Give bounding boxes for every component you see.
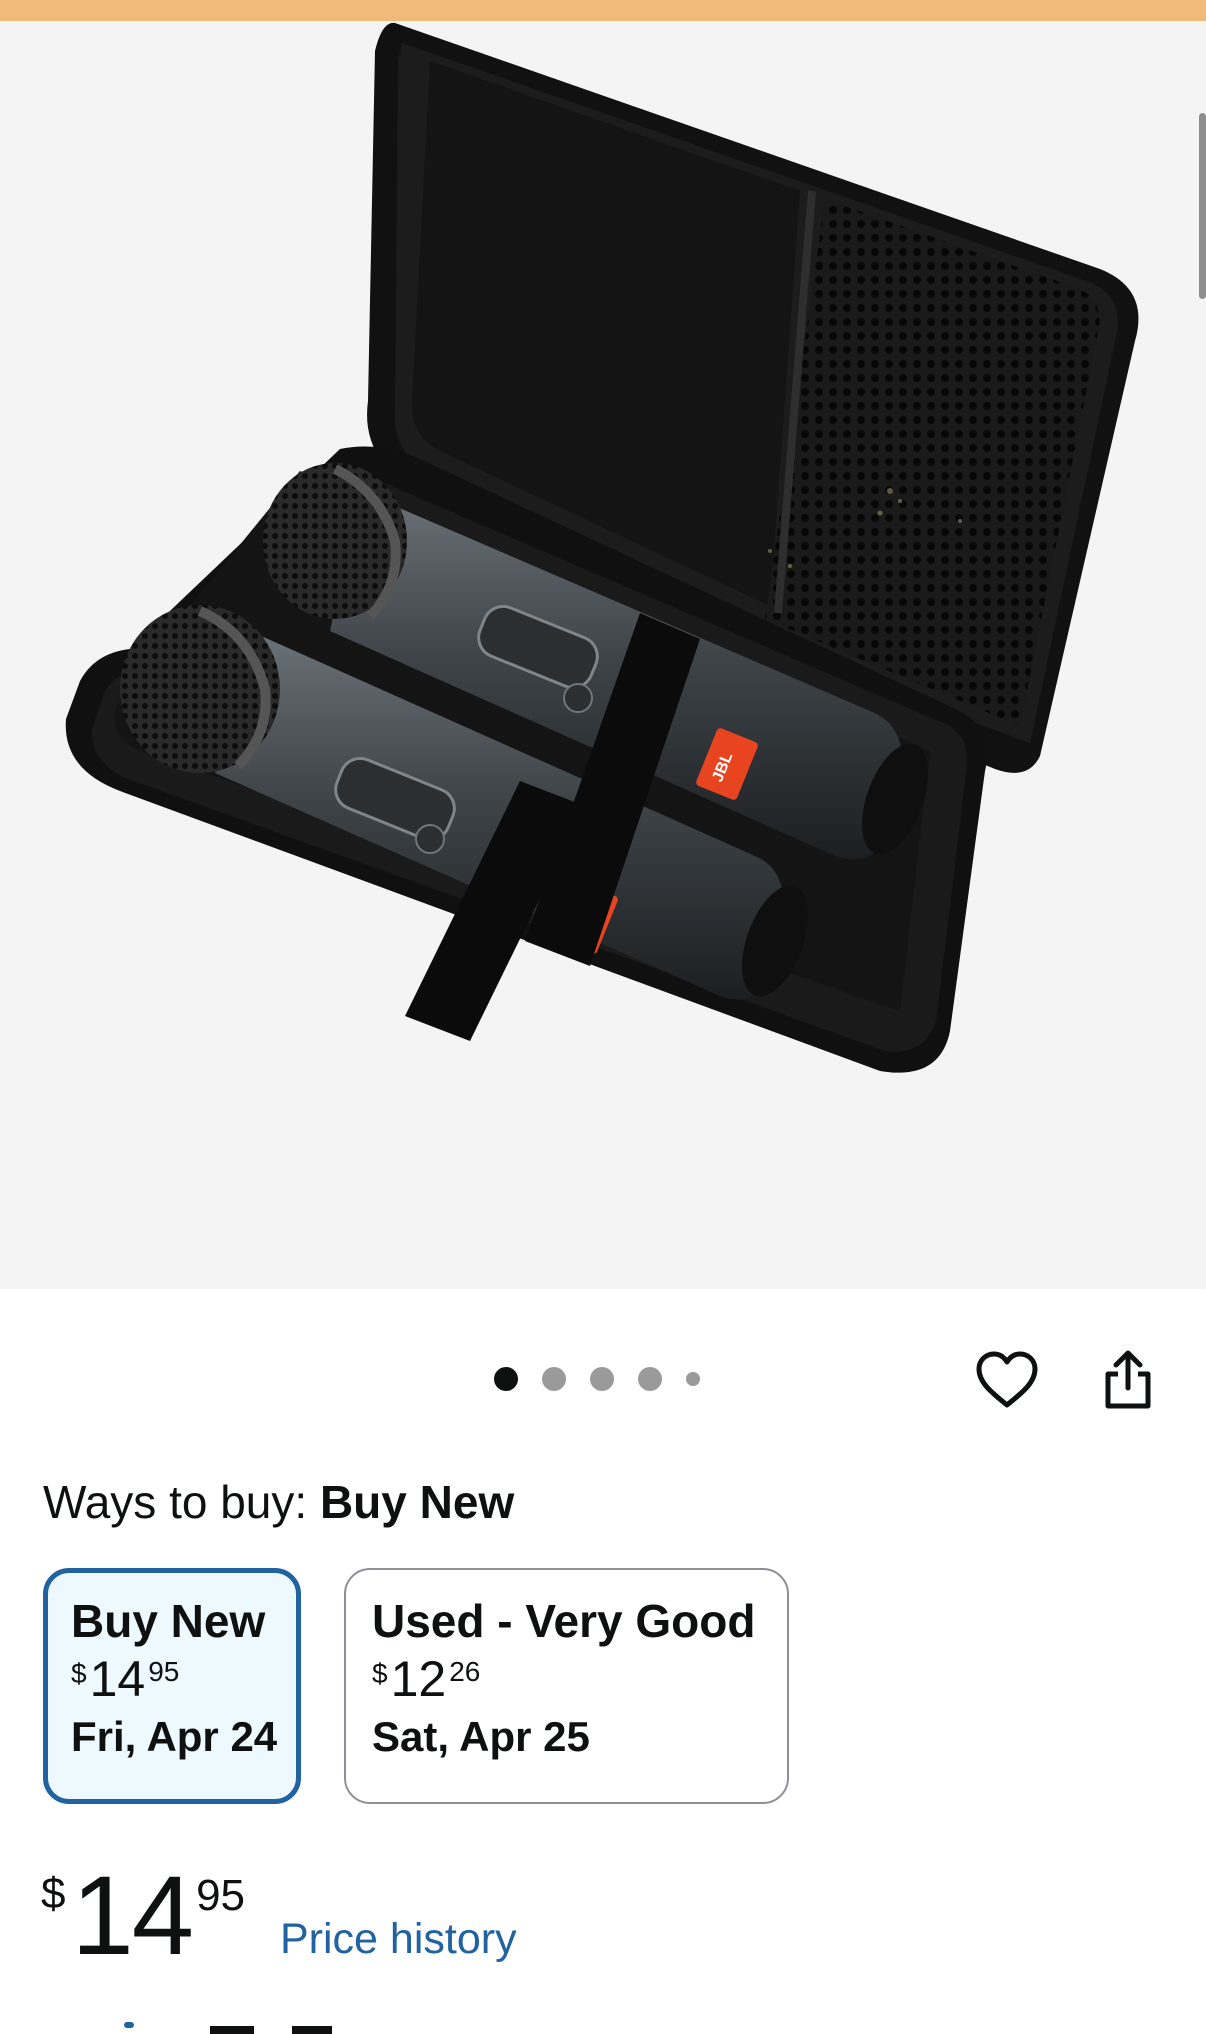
product-image-carousel[interactable]: JBL JBL [0, 21, 1206, 1289]
pagination-dot-3[interactable] [590, 1367, 614, 1391]
buy-option-used[interactable]: Used - Very Good $ 12 26 Sat, Apr 25 [344, 1568, 789, 1804]
price-currency: $ [41, 1869, 66, 1918]
product-price: $ 14 95 [41, 1860, 245, 1972]
add-to-list-button[interactable] [973, 1346, 1041, 1414]
option-price-currency: $ [71, 1658, 87, 1689]
pagination-dot-1[interactable] [494, 1367, 518, 1391]
buy-option-new[interactable]: Buy New $ 14 95 Fri, Apr 24 [43, 1568, 301, 1804]
option-price-fraction: 26 [449, 1656, 481, 1687]
cut-off-blue-mark [124, 2022, 134, 2028]
product-image[interactable]: JBL JBL [0, 21, 1206, 1289]
share-icon [1105, 1350, 1151, 1409]
option-title: Used - Very Good [372, 1595, 756, 1647]
option-price-whole: 14 [89, 1651, 146, 1707]
option-price-fraction: 95 [148, 1656, 180, 1687]
price-history-link[interactable]: Price history [280, 1912, 517, 1966]
option-delivery-date: Sat, Apr 25 [372, 1713, 590, 1760]
option-price: $ 12 26 [372, 1654, 787, 1704]
ways-to-buy-label: Ways to buy: [43, 1476, 308, 1528]
option-title: Buy New [71, 1595, 266, 1647]
pagination-dot-5[interactable] [686, 1372, 700, 1386]
option-delivery-date: Fri, Apr 24 [71, 1713, 278, 1760]
option-price-whole: 12 [390, 1651, 447, 1707]
top-banner-strip [0, 0, 1206, 21]
cut-off-text-fragment [232, 2026, 242, 2034]
next-section-cut-off [0, 2018, 1206, 2034]
heart-outline-icon [976, 1351, 1038, 1408]
ways-to-buy-heading: Ways to buy: Buy New [43, 1474, 514, 1530]
price-fraction: 95 [196, 1871, 246, 1920]
cut-off-text-fragment [292, 2026, 332, 2034]
share-button[interactable] [1094, 1346, 1162, 1414]
price-whole: 14 [71, 1853, 194, 1978]
image-pagination-dots[interactable] [494, 1366, 700, 1392]
option-price-currency: $ [372, 1658, 388, 1689]
pagination-dot-2[interactable] [542, 1367, 566, 1391]
pagination-dot-4[interactable] [638, 1367, 662, 1391]
ways-to-buy-selected: Buy New [319, 1476, 515, 1528]
option-price: $ 14 95 [71, 1654, 296, 1704]
page-scrollbar[interactable] [1199, 113, 1206, 299]
